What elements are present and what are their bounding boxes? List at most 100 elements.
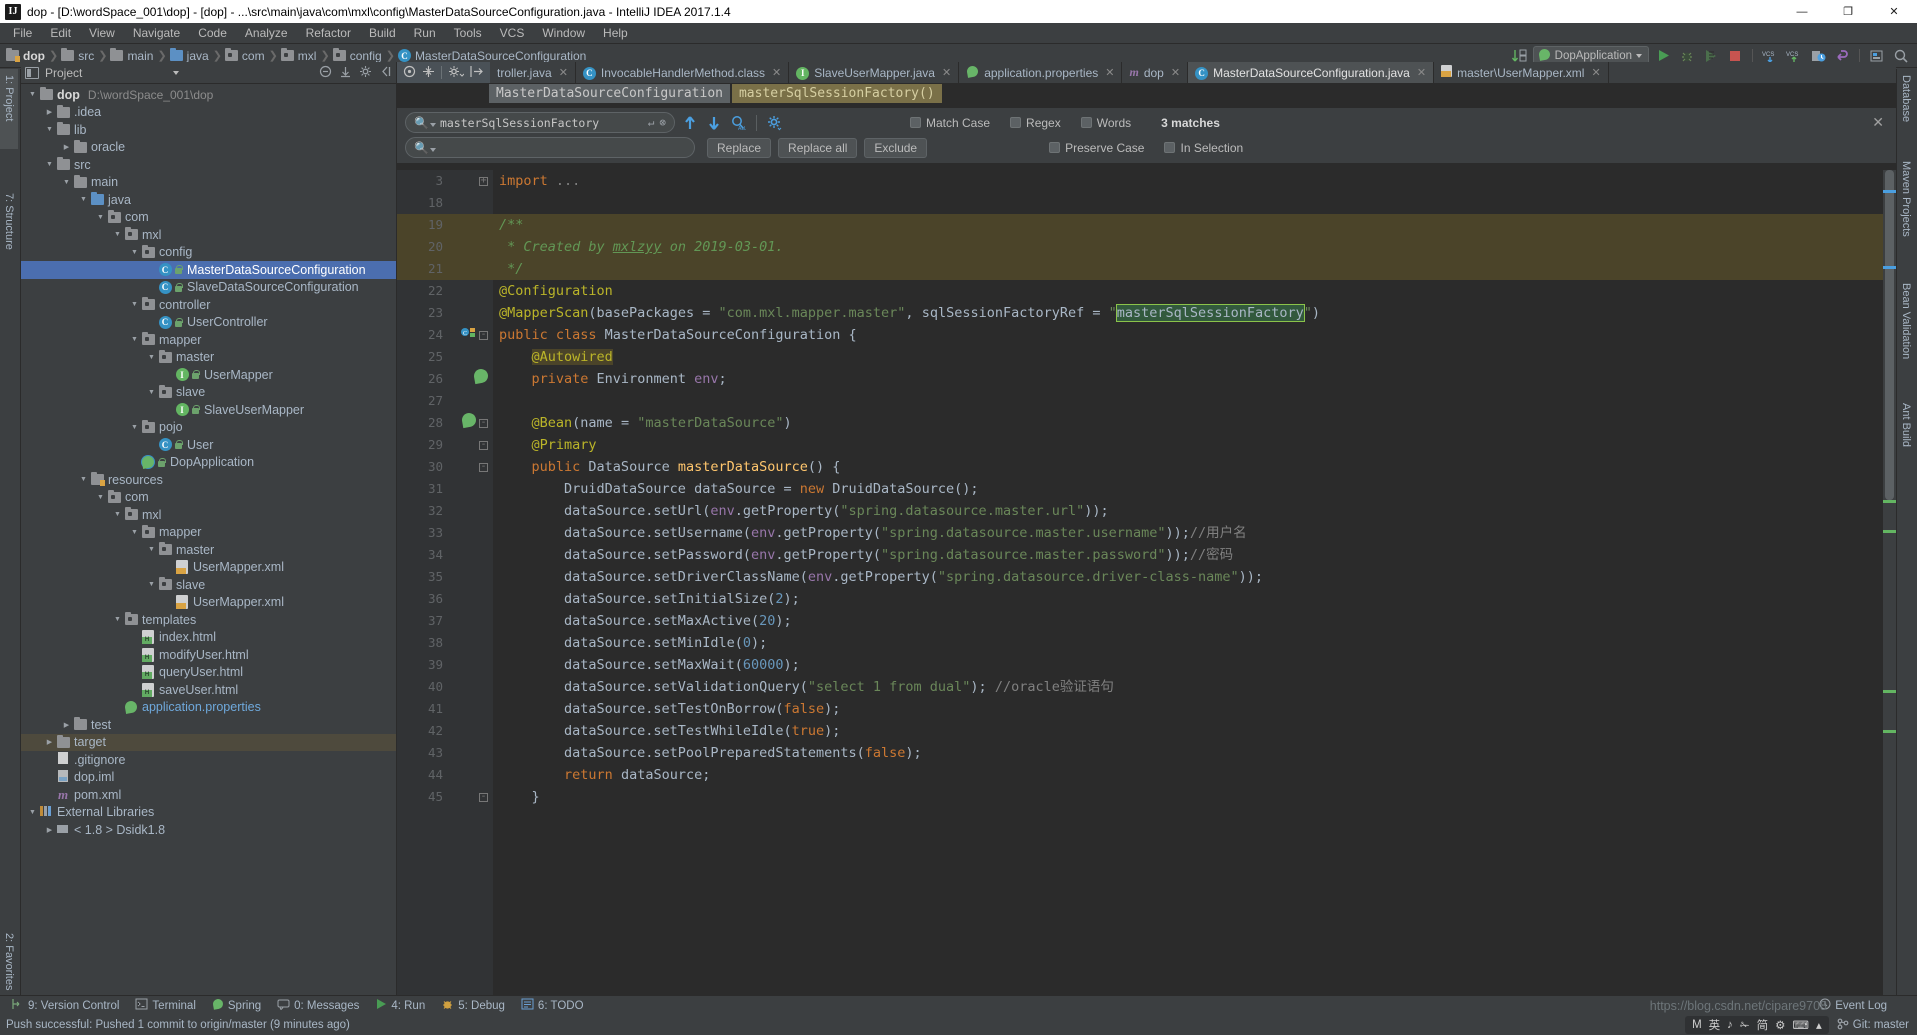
chevron-right-icon[interactable]: ▶: [44, 826, 55, 834]
tool-window-messages[interactable]: 0: Messages: [270, 997, 366, 1014]
chevron-down-icon[interactable]: ▼: [129, 529, 140, 536]
code-line[interactable]: 31 DruidDataSource dataSource = new Drui…: [397, 478, 1896, 500]
editor-scrollbar[interactable]: [1883, 170, 1896, 995]
breadcrumb-mxl[interactable]: mxl: [279, 48, 320, 63]
tool-window-terminal[interactable]: Terminal: [128, 997, 202, 1014]
tree-node-usermapper-xml[interactable]: UserMapper.xml: [21, 594, 396, 612]
code-line[interactable]: 25 @Autowired: [397, 346, 1896, 368]
editor-tab-controller[interactable]: troller.java ✕: [490, 62, 576, 83]
menu-help[interactable]: Help: [594, 24, 637, 42]
chevron-down-icon[interactable]: ▼: [146, 546, 157, 553]
chevron-down-icon[interactable]: ▼: [78, 196, 89, 203]
tree-node-pojo[interactable]: ▼ pojo: [21, 419, 396, 437]
replace-button[interactable]: Replace: [707, 137, 772, 158]
ime-expand-icon[interactable]: ▴: [1816, 1018, 1822, 1032]
tool-window-project-tab[interactable]: 1: Project: [0, 69, 18, 149]
ime-keyboard-icon[interactable]: ⌨: [1792, 1018, 1809, 1032]
project-tree[interactable]: ▼ dop D:\wordSpace_001\dop ▶ .idea ▼ lib ▶ oracl…: [21, 84, 396, 995]
code-lines[interactable]: 3 + import ... 18 19 /** 20 * Created by mxlzy…: [397, 170, 1896, 995]
marker-stripe[interactable]: [1883, 690, 1896, 693]
tool-window-structure-tab[interactable]: 7: Structure: [0, 187, 18, 279]
tree-node-src[interactable]: ▼ src: [21, 156, 396, 174]
find-previous-icon[interactable]: [681, 114, 699, 132]
code-line[interactable]: 3 + import ...: [397, 170, 1896, 192]
settings-gear-icon[interactable]: [403, 65, 416, 81]
close-icon[interactable]: ✕: [1105, 66, 1114, 79]
menu-refactor[interactable]: Refactor: [297, 24, 360, 42]
tree-node-dopapplication[interactable]: DopApplication: [21, 454, 396, 472]
chevron-down-icon[interactable]: ▼: [146, 389, 157, 396]
tree-node-java[interactable]: ▼ java: [21, 191, 396, 209]
chevron-right-icon[interactable]: ▶: [61, 143, 72, 151]
search-field-wrapper[interactable]: 🔍 ↵ ⊗: [405, 112, 675, 133]
code-line[interactable]: 32 dataSource.setUrl(env.getProperty("sp…: [397, 500, 1896, 522]
code-line[interactable]: 28 - @Bean(name = "masterDataSource"): [397, 411, 1896, 434]
marker-stripe[interactable]: [1883, 530, 1896, 533]
code-line[interactable]: 19 /**: [397, 214, 1896, 236]
chevron-down-icon[interactable]: ▼: [129, 301, 140, 308]
tool-window-todo[interactable]: 6: TODO: [514, 997, 591, 1014]
chevron-right-icon[interactable]: ▶: [44, 108, 55, 116]
menu-file[interactable]: File: [4, 24, 41, 42]
code-line[interactable]: 45 - }: [397, 786, 1896, 808]
menu-code[interactable]: Code: [189, 24, 236, 42]
tree-node-master[interactable]: ▼ master: [21, 349, 396, 367]
breadcrumb-class[interactable]: C MasterDataSourceConfiguration: [396, 49, 589, 63]
close-icon[interactable]: ✕: [1417, 66, 1426, 79]
git-branch-widget[interactable]: Git: master: [1837, 1018, 1909, 1033]
scroll-from-source-icon[interactable]: [339, 65, 352, 81]
tree-node-dop-iml[interactable]: dop.iml: [21, 769, 396, 787]
tree-node-usermapper-xml[interactable]: UserMapper.xml: [21, 559, 396, 577]
tree-node-mxl[interactable]: ▼ mxl: [21, 226, 396, 244]
tree-node-lib[interactable]: ▼ lib: [21, 121, 396, 139]
scrollbar-thumb[interactable]: [1885, 170, 1894, 500]
code-line[interactable]: 22 @Configuration: [397, 280, 1896, 302]
code-line[interactable]: 43 dataSource.setPoolPreparedStatements(…: [397, 742, 1896, 764]
chevron-down-icon[interactable]: [173, 70, 179, 75]
editor-tab-master-usermapper-xml[interactable]: master\UserMapper.xml ✕: [1434, 62, 1609, 83]
exclude-button[interactable]: Exclude: [864, 137, 928, 158]
code-line[interactable]: 38 dataSource.setMinIdle(0);: [397, 632, 1896, 654]
tool-window-database-tab[interactable]: Database: [1897, 69, 1915, 139]
code-line[interactable]: 40 dataSource.setValidationQuery("select…: [397, 676, 1896, 698]
menu-window[interactable]: Window: [533, 24, 594, 42]
menu-build[interactable]: Build: [360, 24, 405, 42]
tree-node-modifyuser-html[interactable]: modifyUser.html: [21, 646, 396, 664]
close-button[interactable]: ✕: [1871, 0, 1917, 23]
editor-tab-invocablehandlermethod[interactable]: C InvocableHandlerMethod.class ✕: [576, 62, 790, 83]
tree-node-master[interactable]: ▼ master: [21, 541, 396, 559]
code-fold-icon[interactable]: -: [479, 462, 488, 472]
code-line[interactable]: 39 dataSource.setMaxWait(60000);: [397, 654, 1896, 676]
breadcrumb-src[interactable]: src: [59, 48, 97, 63]
tree-node-mapper[interactable]: ▼ mapper: [21, 524, 396, 542]
close-icon[interactable]: ✕: [942, 66, 951, 79]
tree-node-masterdatasourceconfiguration[interactable]: C MasterDataSourceConfiguration: [21, 261, 396, 279]
editor-tab-masterdatasourceconfiguration[interactable]: C MasterDataSourceConfiguration.java ✕: [1188, 62, 1435, 83]
chevron-down-icon[interactable]: ▼: [61, 179, 72, 186]
code-breadcrumb-class[interactable]: MasterDataSourceConfiguration: [489, 84, 730, 103]
tree-node-slaveusermapper[interactable]: I SlaveUserMapper: [21, 401, 396, 419]
search-input[interactable]: [437, 114, 648, 131]
find-settings-icon[interactable]: [766, 114, 784, 132]
collapse-all-icon[interactable]: [319, 65, 332, 81]
ime-sound-icon[interactable]: ♪: [1727, 1019, 1733, 1031]
spring-bean-marker-icon[interactable]: [472, 367, 490, 390]
close-icon[interactable]: ✕: [559, 66, 568, 79]
code-line[interactable]: 44 return dataSource;: [397, 764, 1896, 786]
breadcrumb-config[interactable]: config: [331, 48, 385, 63]
tree-node-usercontroller[interactable]: C UserController: [21, 314, 396, 332]
menu-run[interactable]: Run: [405, 24, 445, 42]
tree-node-user[interactable]: C User: [21, 436, 396, 454]
clear-icon[interactable]: ⊗: [659, 116, 666, 129]
tree-node--gitignore[interactable]: .gitignore: [21, 751, 396, 769]
chevron-down-icon[interactable]: ▼: [78, 476, 89, 483]
chevron-down-icon[interactable]: ▼: [129, 336, 140, 343]
tree-node-target[interactable]: ▶ target: [21, 733, 396, 751]
chevron-down-icon[interactable]: ▼: [129, 249, 140, 256]
tree-node-com[interactable]: ▼ com: [21, 209, 396, 227]
code-fold-icon[interactable]: +: [479, 176, 488, 186]
code-line[interactable]: 21 */: [397, 258, 1896, 280]
tree-node-saveuser-html[interactable]: saveUser.html: [21, 681, 396, 699]
ime-tray[interactable]: M 英 ♪ ✁ 简 ⚙ ⌨ ▴: [1685, 1016, 1829, 1034]
tool-window-favorites-tab[interactable]: 2: Favorites: [0, 927, 18, 1005]
